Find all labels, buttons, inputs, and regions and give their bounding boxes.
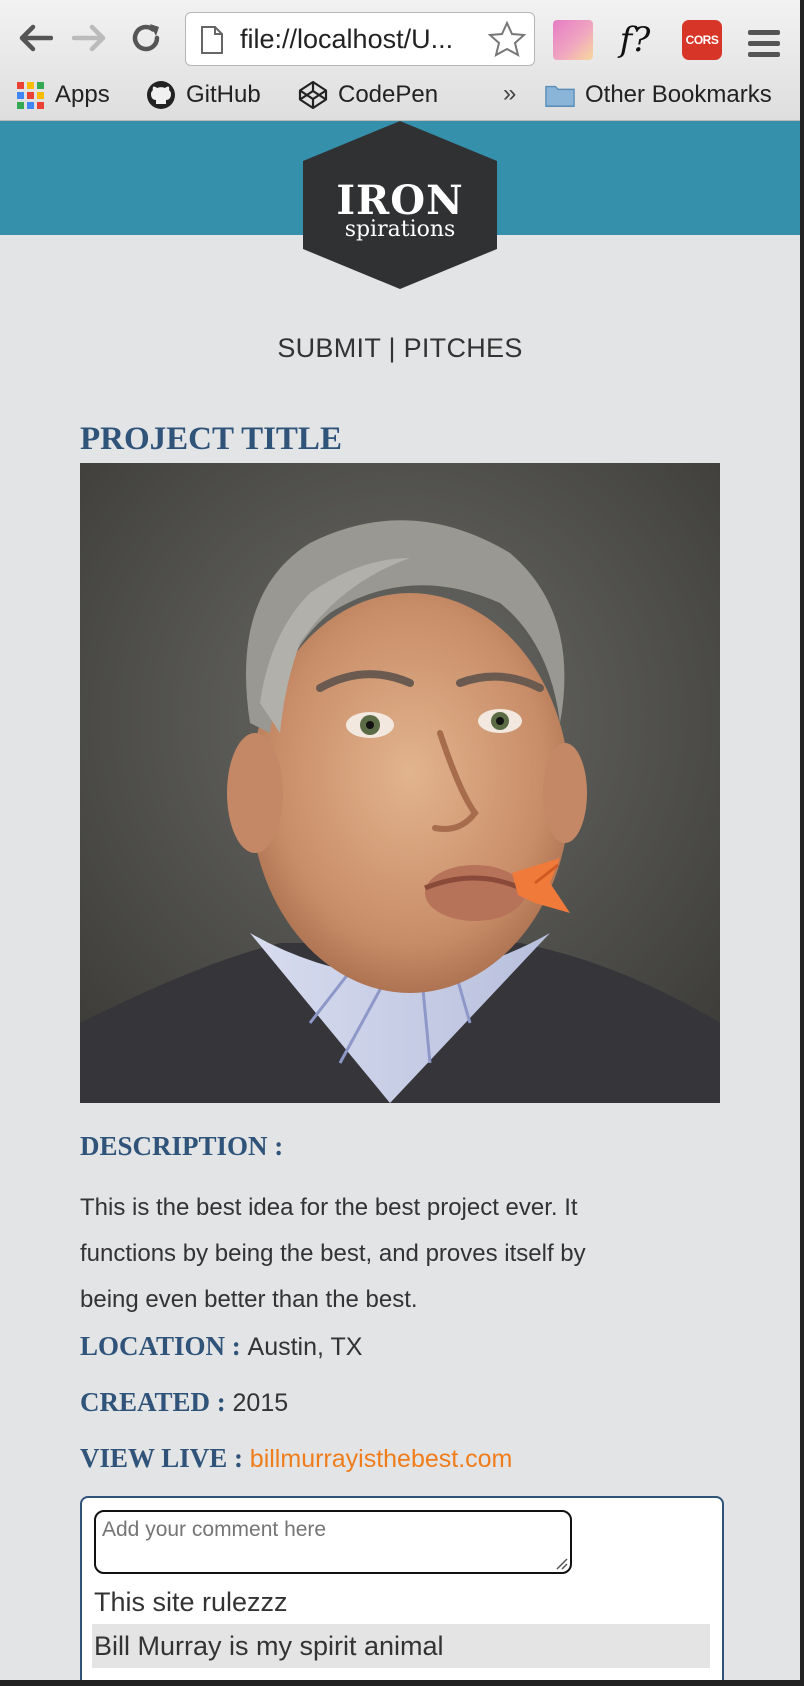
- project-title: PROJECT TITLE: [80, 421, 342, 457]
- bookmarks-overflow-chevron[interactable]: »: [503, 80, 516, 108]
- comment-item: Bill Murray is my spirit animal: [92, 1624, 710, 1668]
- bookmarks-bar: Apps GitHub CodePen » Other Bookmarks: [0, 74, 800, 118]
- project-image: [80, 463, 720, 1103]
- bookmark-apps[interactable]: Apps: [15, 78, 110, 112]
- created-row: CREATED : 2015: [80, 1387, 288, 1418]
- github-icon: [146, 80, 176, 110]
- bookmark-codepen[interactable]: CodePen: [298, 78, 438, 112]
- comment-item: This site rulezzz: [94, 1587, 288, 1617]
- view-live-row: VIEW LIVE : billmurrayisthebest.com: [80, 1443, 512, 1474]
- browser-chrome: file://localhost/U... f? CORS Apps GitHu…: [0, 0, 800, 121]
- bookmark-github-label: GitHub: [186, 81, 261, 108]
- description-text: This is the best idea for the best proje…: [80, 1194, 586, 1313]
- color-extension-icon[interactable]: [553, 20, 593, 60]
- nav-separator: |: [380, 333, 404, 363]
- view-live-link[interactable]: billmurrayisthebest.com: [250, 1445, 513, 1473]
- description-label: DESCRIPTION :: [80, 1131, 284, 1161]
- back-arrow-icon: [19, 24, 53, 52]
- bookmark-star-icon[interactable]: [488, 21, 526, 57]
- created-label: CREATED :: [80, 1387, 226, 1417]
- browser-window: file://localhost/U... f? CORS Apps GitHu…: [0, 0, 800, 1680]
- bookmark-github[interactable]: GitHub: [146, 78, 261, 112]
- menu-icon[interactable]: [748, 30, 780, 63]
- logo-text-spirations: spirations: [344, 217, 456, 242]
- bookmark-codepen-label: CodePen: [338, 81, 439, 108]
- forward-button[interactable]: [70, 18, 110, 58]
- url-text: file://localhost/U...: [240, 24, 454, 54]
- font-extension-icon[interactable]: f?: [615, 20, 655, 60]
- back-button[interactable]: [15, 18, 55, 58]
- page-icon: [201, 26, 223, 54]
- location-value: Austin, TX: [247, 1333, 363, 1361]
- reload-icon: [132, 24, 160, 52]
- resize-grip-icon[interactable]: [554, 1556, 568, 1570]
- forward-arrow-icon: [72, 24, 106, 52]
- page-content: IRON spirations SUBMIT | PITCHES PROJECT…: [0, 121, 800, 1680]
- cors-extension-icon[interactable]: CORS: [682, 20, 722, 60]
- address-bar[interactable]: file://localhost/U...: [185, 12, 535, 66]
- bookmark-other[interactable]: Other Bookmarks: [545, 78, 772, 112]
- location-label: LOCATION :: [80, 1331, 241, 1361]
- comment-input[interactable]: [94, 1510, 572, 1574]
- main-nav: SUBMIT | PITCHES: [0, 333, 800, 364]
- bookmark-other-label: Other Bookmarks: [585, 81, 772, 108]
- apps-grid-icon: [15, 80, 45, 110]
- created-value: 2015: [232, 1389, 289, 1417]
- location-row: LOCATION : Austin, TX: [80, 1331, 362, 1362]
- browser-toolbar: file://localhost/U... f? CORS: [0, 8, 800, 70]
- nav-pitches-link[interactable]: PITCHES: [404, 333, 523, 363]
- bookmark-apps-label: Apps: [55, 81, 110, 108]
- comments-panel: This site rulezzz Bill Murray is my spir…: [80, 1496, 724, 1680]
- view-live-label: VIEW LIVE :: [80, 1443, 244, 1473]
- site-logo[interactable]: IRON spirations: [300, 121, 500, 289]
- folder-icon: [545, 80, 575, 110]
- nav-submit-link[interactable]: SUBMIT: [277, 333, 380, 363]
- codepen-icon: [298, 80, 328, 110]
- reload-button[interactable]: [126, 18, 166, 58]
